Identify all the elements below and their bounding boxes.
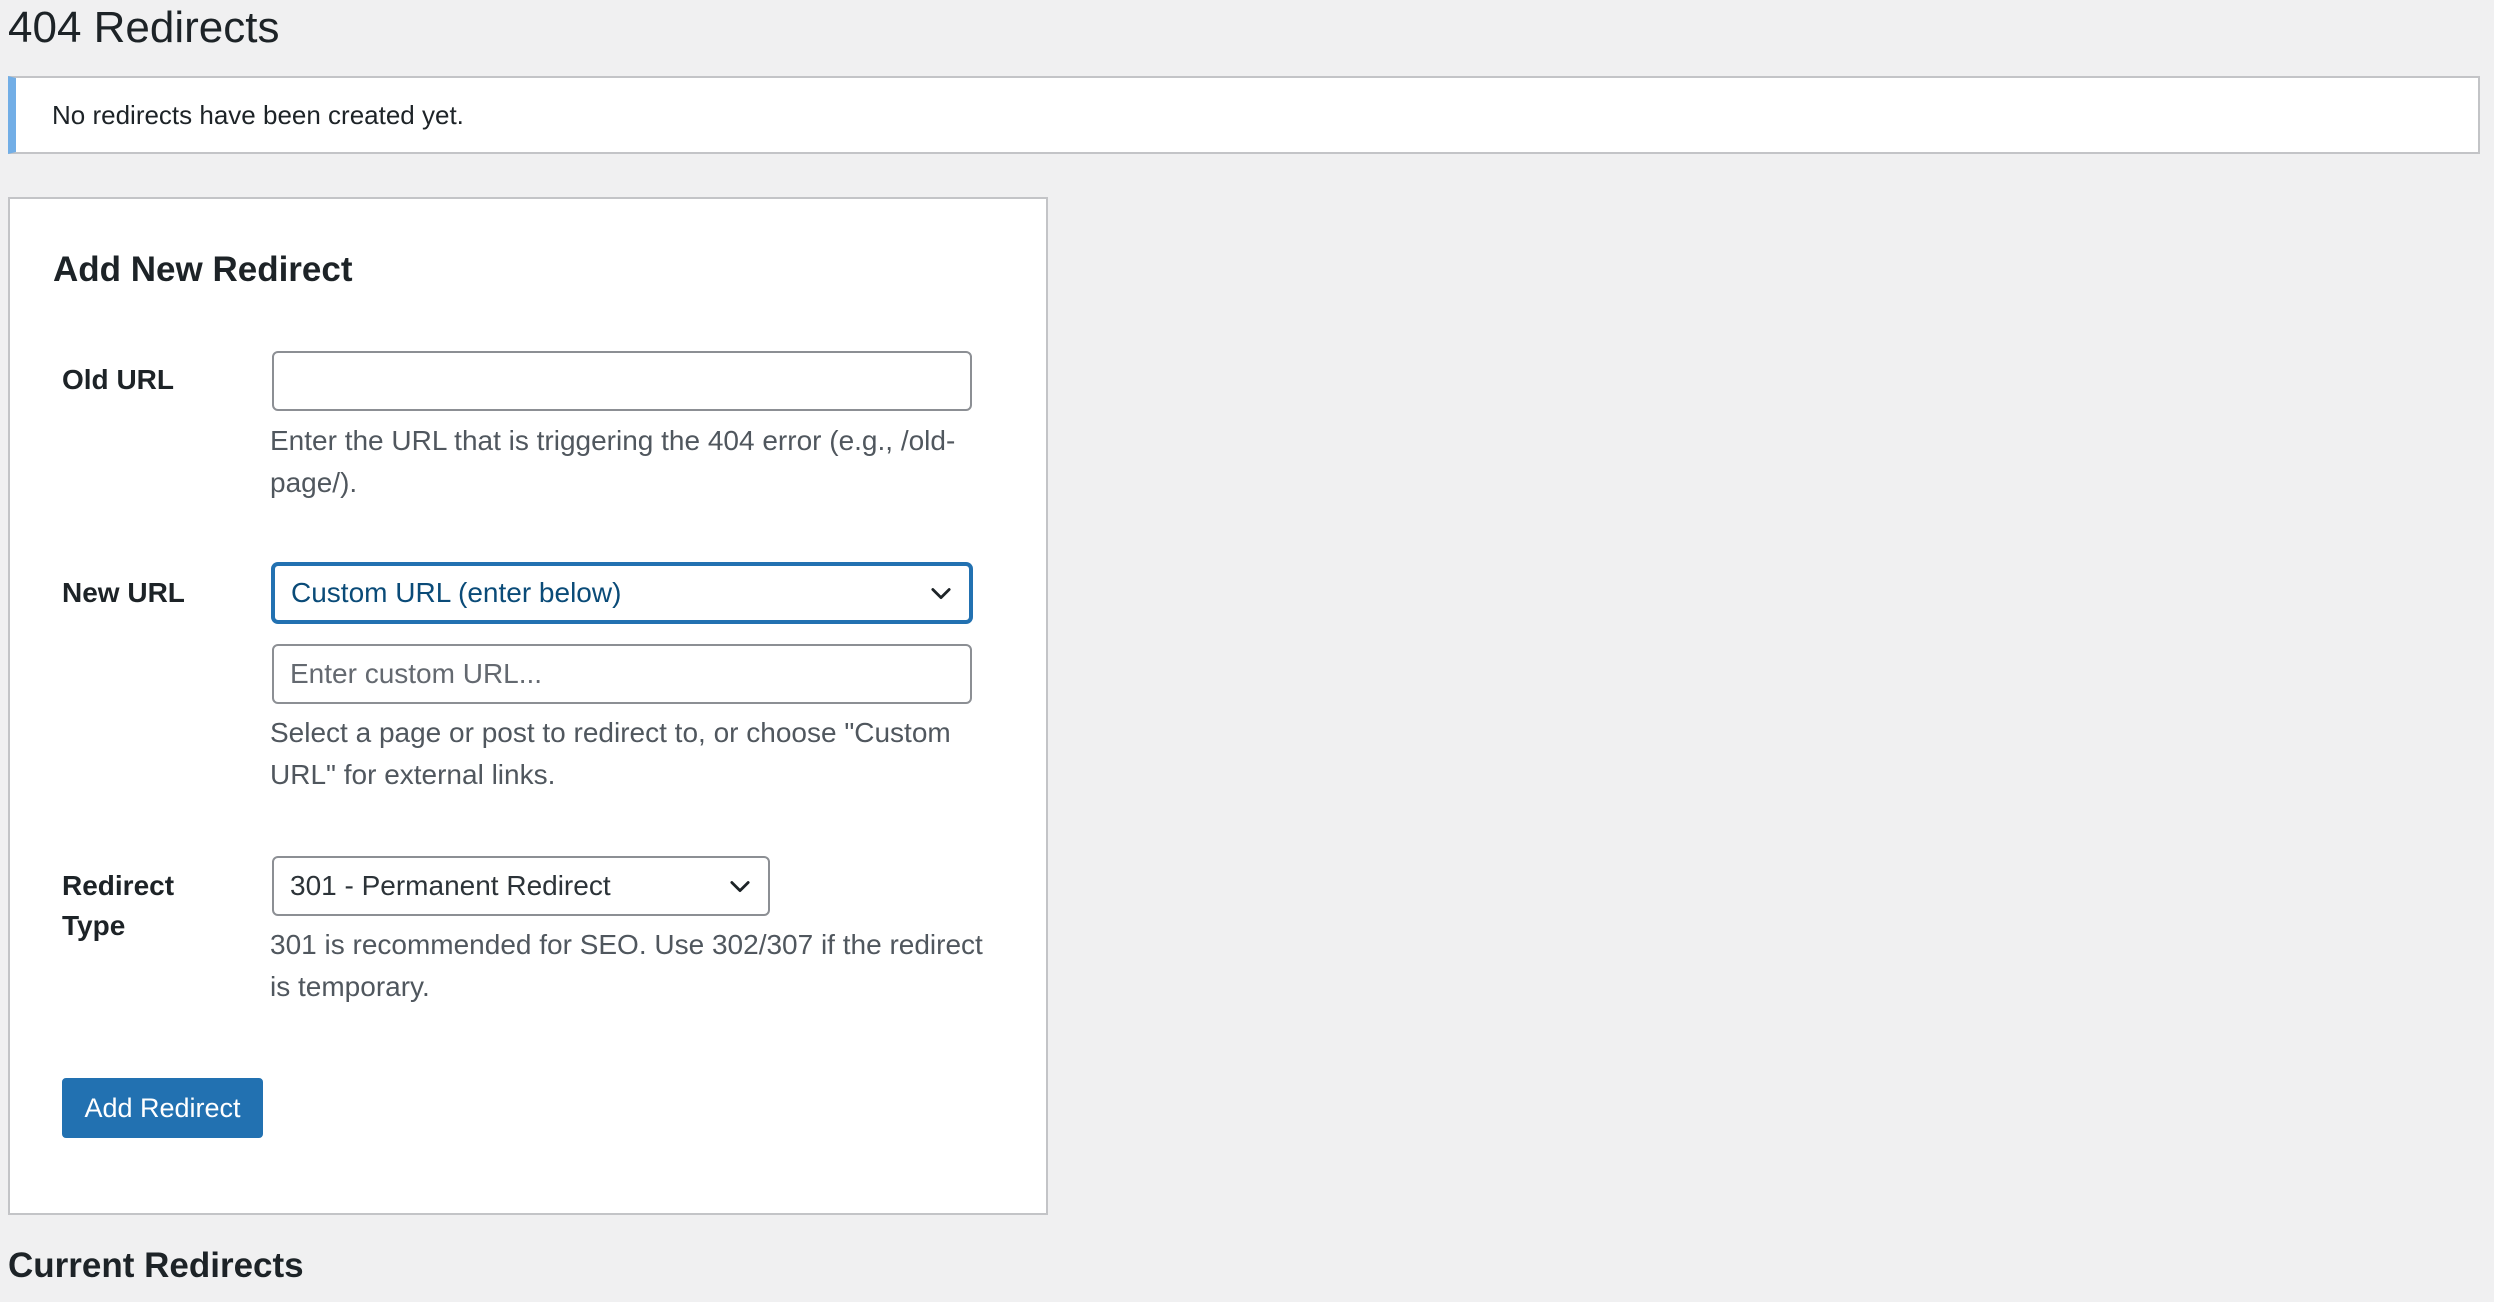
notice-message: No redirects have been created yet. [52,99,464,130]
info-notice: No redirects have been created yet. [8,76,2480,154]
new-url-label: New URL [62,577,185,608]
add-redirect-button[interactable]: Add Redirect [62,1078,263,1138]
custom-url-input[interactable] [272,644,972,704]
new-url-selected-value: Custom URL (enter below) [291,577,622,608]
redirect-type-selected-value: 301 - Permanent Redirect [290,870,611,901]
old-url-label: Old URL [62,364,174,395]
page-title: 404 Redirects [8,3,280,52]
chevron-down-icon [931,588,951,600]
redirect-type-select[interactable]: 301 - Permanent Redirect [272,856,770,916]
redirect-type-help: 301 is recommended for SEO. Use 302/307 … [270,929,983,1002]
new-url-help: Select a page or post to redirect to, or… [270,717,951,790]
chevron-down-icon [730,881,750,893]
add-redirect-title: Add New Redirect [53,250,353,289]
new-url-select[interactable]: Custom URL (enter below) [272,563,972,623]
old-url-help: Enter the URL that is triggering the 404… [270,425,956,498]
old-url-input[interactable] [272,351,972,411]
add-redirect-card [8,197,1048,1215]
redirect-type-label: Redirect Type [62,870,175,941]
current-redirects-title: Current Redirects [8,1246,304,1285]
